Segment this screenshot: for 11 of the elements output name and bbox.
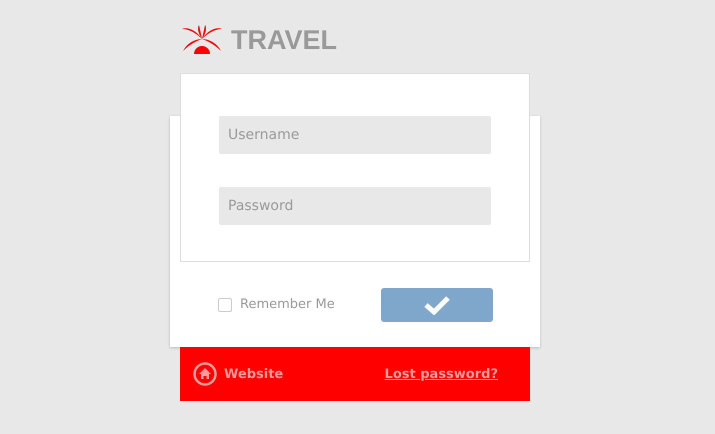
lost-password-link[interactable]: Lost password? [384, 366, 498, 382]
home-icon [193, 362, 217, 386]
password-field[interactable]: Password [219, 187, 491, 225]
remember-label: Remember Me [240, 297, 335, 312]
check-icon [424, 294, 450, 314]
remember-checkbox[interactable] [218, 298, 232, 312]
username-field[interactable]: Username [219, 116, 491, 154]
brand-name: TRAVEL [231, 24, 337, 56]
palm-logo-icon [181, 25, 223, 55]
submit-button[interactable] [381, 288, 493, 322]
website-link[interactable]: Website [193, 362, 284, 386]
